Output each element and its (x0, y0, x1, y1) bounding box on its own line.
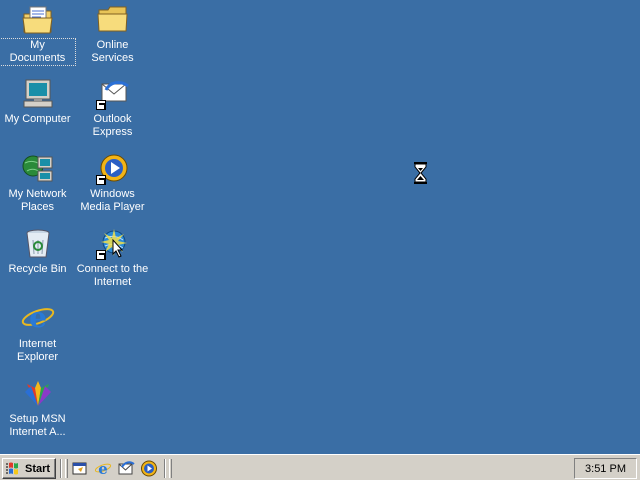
desktop-icon-label: My Network Places (8, 188, 67, 213)
desktop-icon-my-documents[interactable]: My Documents (0, 4, 76, 66)
media-player-icon (95, 153, 130, 185)
desktop-icon-label: Online Services (91, 39, 134, 64)
desktop-icon-label: Internet Explorer (17, 338, 58, 363)
desktop-icon-label: My Computer (4, 113, 71, 125)
connect-internet-icon (95, 228, 130, 260)
svg-text:e: e (29, 303, 47, 334)
clock[interactable]: 3:51 PM (585, 463, 626, 475)
shortcut-arrow-icon (95, 250, 106, 260)
my-documents-icon (21, 4, 55, 36)
folder-icon (96, 4, 130, 36)
desktop-icon-label: Outlook Express (92, 113, 133, 138)
recycle-bin-icon (21, 228, 55, 260)
desktop-icon-online-services[interactable]: Online Services (75, 4, 150, 65)
desktop-icon-my-computer[interactable]: My Computer (0, 78, 75, 126)
internet-explorer-icon: e (21, 301, 55, 335)
desktop-icon-connect-to-internet[interactable]: Connect to the Internet (75, 228, 150, 289)
start-button[interactable]: Start (2, 458, 56, 479)
desktop-icon-outlook-express[interactable]: Outlook Express (75, 78, 150, 139)
shortcut-arrow-icon (95, 100, 106, 110)
quick-launch-grip[interactable] (65, 459, 68, 478)
media-player-icon[interactable] (140, 460, 158, 477)
desktop-icon-recycle-bin[interactable]: Recycle Bin (0, 228, 75, 276)
shortcut-arrow-icon (95, 175, 106, 185)
desktop-icon-setup-msn[interactable]: Setup MSN Internet A... (0, 378, 75, 439)
taskbar: Start e 3:51 PM (0, 454, 640, 480)
network-places-icon (21, 153, 55, 185)
desktop-icon-label: Setup MSN Internet A... (9, 413, 66, 438)
desktop: My Documents Online Services My Computer (0, 0, 640, 454)
taskbar-grip[interactable] (169, 459, 172, 478)
taskbar-separator (60, 459, 62, 478)
desktop-icon-label: My Documents (0, 38, 76, 66)
outlook-express-icon[interactable] (117, 460, 135, 477)
start-label: Start (25, 462, 51, 475)
desktop-icon-internet-explorer[interactable]: e Internet Explorer (0, 301, 75, 364)
desktop-icon-label: Windows Media Player (80, 188, 145, 213)
desktop-icon-label: Recycle Bin (8, 263, 67, 275)
system-tray: 3:51 PM (574, 458, 637, 479)
my-computer-icon (21, 78, 55, 110)
outlook-express-icon (95, 78, 130, 110)
desktop-icon-windows-media-player[interactable]: Windows Media Player (75, 153, 150, 214)
windows-flag-icon (6, 462, 22, 476)
svg-text:e: e (98, 460, 108, 477)
hourglass-icon (413, 162, 429, 184)
taskbar-separator (164, 459, 166, 478)
desktop-icon-my-network-places[interactable]: My Network Places (0, 153, 75, 214)
internet-explorer-icon[interactable]: e (94, 460, 112, 478)
msn-setup-icon (21, 378, 55, 410)
desktop-icon-label: Connect to the Internet (76, 263, 149, 288)
show-desktop-icon[interactable] (71, 460, 89, 477)
